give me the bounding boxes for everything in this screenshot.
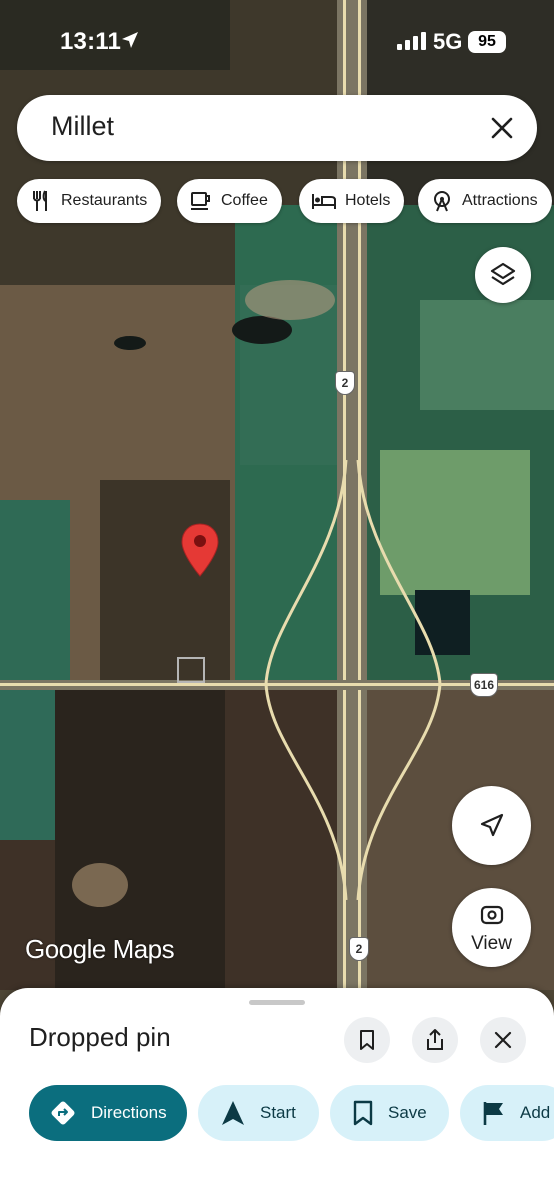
chip-label: Restaurants [61,192,148,209]
directions-icon [51,1101,75,1125]
directions-button[interactable]: Directions [29,1085,187,1141]
close-icon [494,1031,512,1049]
chip-attractions[interactable]: Attractions [418,179,552,223]
search-query[interactable]: Millet [51,111,114,142]
highway-shield: 2 [335,371,355,395]
layers-icon [490,262,516,286]
street-view-button[interactable]: View [452,888,531,967]
status-bar: 13:11 5G 95 [0,0,554,84]
battery-icon: 95 [468,31,506,53]
search-bar[interactable]: Millet [17,95,537,161]
status-time: 13:11 [60,28,122,55]
place-sheet: Dropped pin Directions Start Save Add [0,988,554,1200]
category-chips: Restaurants Coffee Hotels Attractions [17,179,554,223]
map-pin-icon[interactable] [180,522,220,583]
coffee-icon [191,192,210,210]
share-icon [427,1029,443,1050]
google-maps-watermark: Google Maps [25,934,175,964]
chip-label: Hotels [345,192,391,209]
attractions-icon [434,191,450,212]
save-label: Save [388,1103,427,1122]
sheet-drag-handle[interactable] [249,1000,305,1005]
chip-restaurants[interactable]: Restaurants [17,179,162,223]
view-label: View [471,933,512,954]
bookmark-icon [360,1030,374,1050]
start-button[interactable]: Start [198,1085,319,1141]
my-location-button[interactable] [452,786,531,865]
camera-icon [480,905,504,925]
close-sheet-button[interactable] [480,1017,526,1063]
bookmark-icon [353,1100,373,1126]
close-icon[interactable] [489,115,515,141]
navigation-icon [222,1101,244,1125]
share-button[interactable] [412,1017,458,1063]
signal-icon [397,32,426,50]
hotel-icon [312,194,336,209]
start-label: Start [260,1103,296,1122]
chip-coffee[interactable]: Coffee [177,179,282,223]
add-label: Add [520,1103,551,1122]
chip-hotels[interactable]: Hotels [299,179,405,223]
flag-icon [483,1102,503,1125]
highway-shield: 2 [349,937,369,961]
save-icon-button[interactable] [344,1017,390,1063]
chip-label: Coffee [221,192,268,209]
restaurant-icon [33,190,47,211]
network-type: 5G [433,29,463,54]
chip-label: Attractions [462,192,538,209]
road-shield: 616 [470,673,498,697]
add-label-button[interactable]: Add [460,1085,554,1141]
location-arrow-icon [122,32,138,48]
layers-button[interactable] [475,247,531,303]
directions-label: Directions [91,1103,167,1122]
navigation-arrow-icon [480,813,504,837]
place-title: Dropped pin [29,1022,171,1052]
save-button[interactable]: Save [330,1085,449,1141]
